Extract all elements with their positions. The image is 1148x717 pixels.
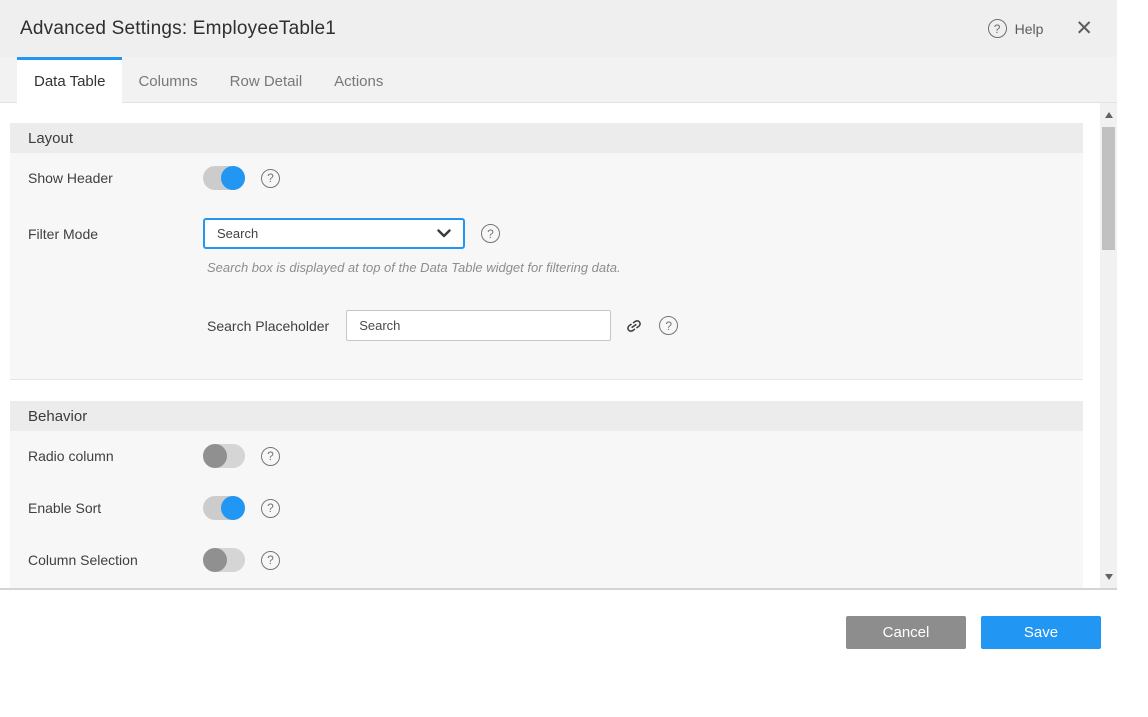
tab-actions[interactable]: Actions: [318, 57, 399, 102]
dialog-header: Advanced Settings: EmployeeTable1 ? Help…: [0, 0, 1117, 57]
scroll-up-arrow[interactable]: [1100, 106, 1117, 123]
filter-mode-selected-value: Search: [217, 226, 258, 241]
filter-mode-help-text: Search box is displayed at top of the Da…: [207, 260, 621, 275]
advanced-settings-dialog: Advanced Settings: EmployeeTable1 ? Help…: [0, 0, 1117, 717]
show-header-label: Show Header: [28, 170, 203, 186]
tab-data-table[interactable]: Data Table: [17, 57, 122, 103]
filter-mode-label: Filter Mode: [28, 226, 203, 242]
chevron-down-icon: [437, 229, 451, 238]
dialog-title: Advanced Settings: EmployeeTable1: [20, 18, 336, 40]
help-circle-icon[interactable]: ?: [261, 169, 280, 188]
save-button[interactable]: Save: [981, 616, 1101, 649]
header-actions: ? Help ✕: [988, 16, 1097, 41]
enable-sort-toggle[interactable]: [203, 496, 245, 520]
section-behavior-title: Behavior: [10, 401, 1083, 431]
link-icon[interactable]: [625, 317, 643, 335]
row-radio-column: Radio column ?: [10, 444, 1083, 468]
settings-scroll-area: Layout Show Header ? Filter Mode Search: [0, 103, 1117, 590]
show-header-toggle[interactable]: [203, 166, 245, 190]
filter-mode-select[interactable]: Search: [203, 218, 465, 249]
column-selection-label: Column Selection: [28, 552, 203, 568]
search-placeholder-input[interactable]: [346, 310, 611, 341]
row-enable-sort: Enable Sort ?: [10, 496, 1083, 520]
row-search-placeholder: Search Placeholder ?: [10, 310, 1083, 341]
radio-column-label: Radio column: [28, 448, 203, 464]
help-button[interactable]: ? Help: [988, 19, 1044, 38]
row-filter-mode: Filter Mode Search ?: [10, 218, 1083, 249]
section-layout: Layout Show Header ? Filter Mode Search: [10, 123, 1083, 380]
tab-row-detail[interactable]: Row Detail: [214, 57, 319, 102]
column-selection-toggle[interactable]: [203, 548, 245, 572]
close-icon[interactable]: ✕: [1071, 16, 1097, 41]
section-layout-title: Layout: [10, 123, 1083, 153]
scrollbar-thumb[interactable]: [1102, 127, 1115, 250]
help-circle-icon[interactable]: ?: [261, 447, 280, 466]
vertical-scrollbar[interactable]: [1100, 103, 1117, 588]
help-circle-icon[interactable]: ?: [659, 316, 678, 335]
section-behavior: Behavior Radio column ? Enable Sort ? Co…: [10, 401, 1083, 590]
search-placeholder-label: Search Placeholder: [207, 318, 329, 334]
help-circle-icon[interactable]: ?: [481, 224, 500, 243]
tab-columns[interactable]: Columns: [122, 57, 213, 102]
help-circle-icon: ?: [988, 19, 1007, 38]
help-circle-icon[interactable]: ?: [261, 499, 280, 518]
row-column-selection: Column Selection ?: [10, 548, 1083, 572]
help-label: Help: [1015, 21, 1044, 37]
help-circle-icon[interactable]: ?: [261, 551, 280, 570]
scroll-down-arrow[interactable]: [1100, 568, 1117, 585]
dialog-footer: Cancel Save: [0, 590, 1117, 649]
cancel-button[interactable]: Cancel: [846, 616, 966, 649]
radio-column-toggle[interactable]: [203, 444, 245, 468]
enable-sort-label: Enable Sort: [28, 500, 203, 516]
row-show-header: Show Header ?: [10, 166, 1083, 190]
tab-bar: Data Table Columns Row Detail Actions: [0, 57, 1117, 103]
filter-mode-helper: Search box is displayed at top of the Da…: [10, 259, 1083, 277]
